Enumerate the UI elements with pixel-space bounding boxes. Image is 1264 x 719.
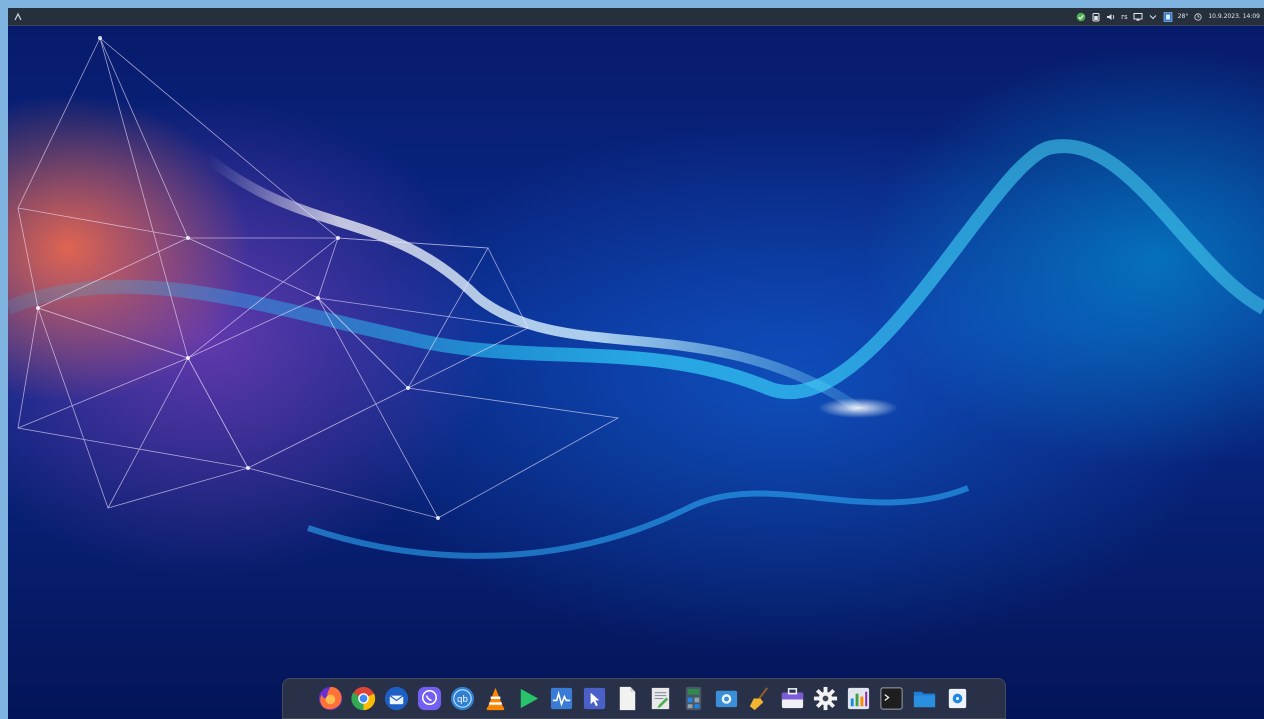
volume-icon[interactable] (1106, 12, 1116, 22)
camera-icon (715, 690, 738, 708)
dock-item-firefox[interactable] (317, 685, 344, 712)
disk-icon (948, 688, 967, 709)
dock-item-qbittorrent[interactable]: qb (449, 685, 476, 712)
dock-item-media-player[interactable] (515, 685, 542, 712)
broom-icon (749, 687, 769, 711)
system-tray: rs 28° 10.9.2023. 14:09 (1076, 8, 1260, 26)
dock-item-terminal[interactable] (878, 685, 905, 712)
update-check-icon[interactable] (1076, 12, 1086, 22)
gear-icon (813, 686, 838, 711)
terminal-icon (880, 687, 903, 710)
dock-item-text-document[interactable] (614, 685, 641, 712)
dock-item-camera[interactable] (713, 685, 740, 712)
pointer-icon (583, 687, 606, 710)
keyboard-layout[interactable]: rs (1121, 13, 1128, 21)
mail-icon (384, 686, 409, 711)
editor-icon (651, 687, 670, 710)
folder-icon (913, 691, 936, 708)
application-dock: qb (282, 678, 1006, 719)
dock-item-cleaner[interactable] (746, 685, 773, 712)
dock-item-screenshot-tool[interactable] (581, 685, 608, 712)
vlc-icon (486, 687, 505, 711)
dock-item-file-manager[interactable] (911, 685, 938, 712)
briefcase-icon (781, 688, 804, 709)
play-icon (520, 688, 539, 709)
dock-item-viber[interactable] (416, 685, 443, 712)
dock-item-settings[interactable] (812, 685, 839, 712)
dock-item-text-editor[interactable] (647, 685, 674, 712)
firefox-icon (318, 686, 343, 711)
dock-item-thunderbird[interactable] (383, 685, 410, 712)
clipboard-icon[interactable] (1163, 11, 1173, 22)
svg-text:qb: qb (457, 695, 468, 705)
viber-icon (417, 686, 442, 711)
dock-item-vlc[interactable] (482, 685, 509, 712)
chrome-icon (351, 686, 376, 711)
calculator-icon (685, 686, 702, 711)
qbittorrent-icon: qb (450, 686, 475, 711)
dashboard-icon (847, 687, 870, 710)
monitor-icon (550, 687, 573, 710)
dock-item-system-info[interactable] (845, 685, 872, 712)
dock-item-system-monitor[interactable] (548, 685, 575, 712)
dock-item-calculator[interactable] (680, 685, 707, 712)
battery-icon[interactable] (1091, 12, 1101, 22)
date-time[interactable]: 10.9.2023. 14:09 (1208, 13, 1260, 20)
weather-temperature[interactable]: 28° (1178, 13, 1189, 20)
chevron-down-icon[interactable] (1148, 12, 1158, 22)
wallpaper-art (8, 36, 1264, 559)
dock-item-toolbox[interactable] (779, 685, 806, 712)
network-icon[interactable] (1133, 12, 1143, 22)
desktop-wallpaper (8, 8, 1264, 719)
app-menu-icon[interactable] (12, 11, 24, 23)
document-icon (619, 686, 636, 711)
clock-icon (1193, 12, 1203, 22)
top-panel: rs 28° 10.9.2023. 14:09 (8, 8, 1264, 26)
dock-item-disk-utility[interactable] (944, 685, 971, 712)
dock-item-chrome[interactable] (350, 685, 377, 712)
